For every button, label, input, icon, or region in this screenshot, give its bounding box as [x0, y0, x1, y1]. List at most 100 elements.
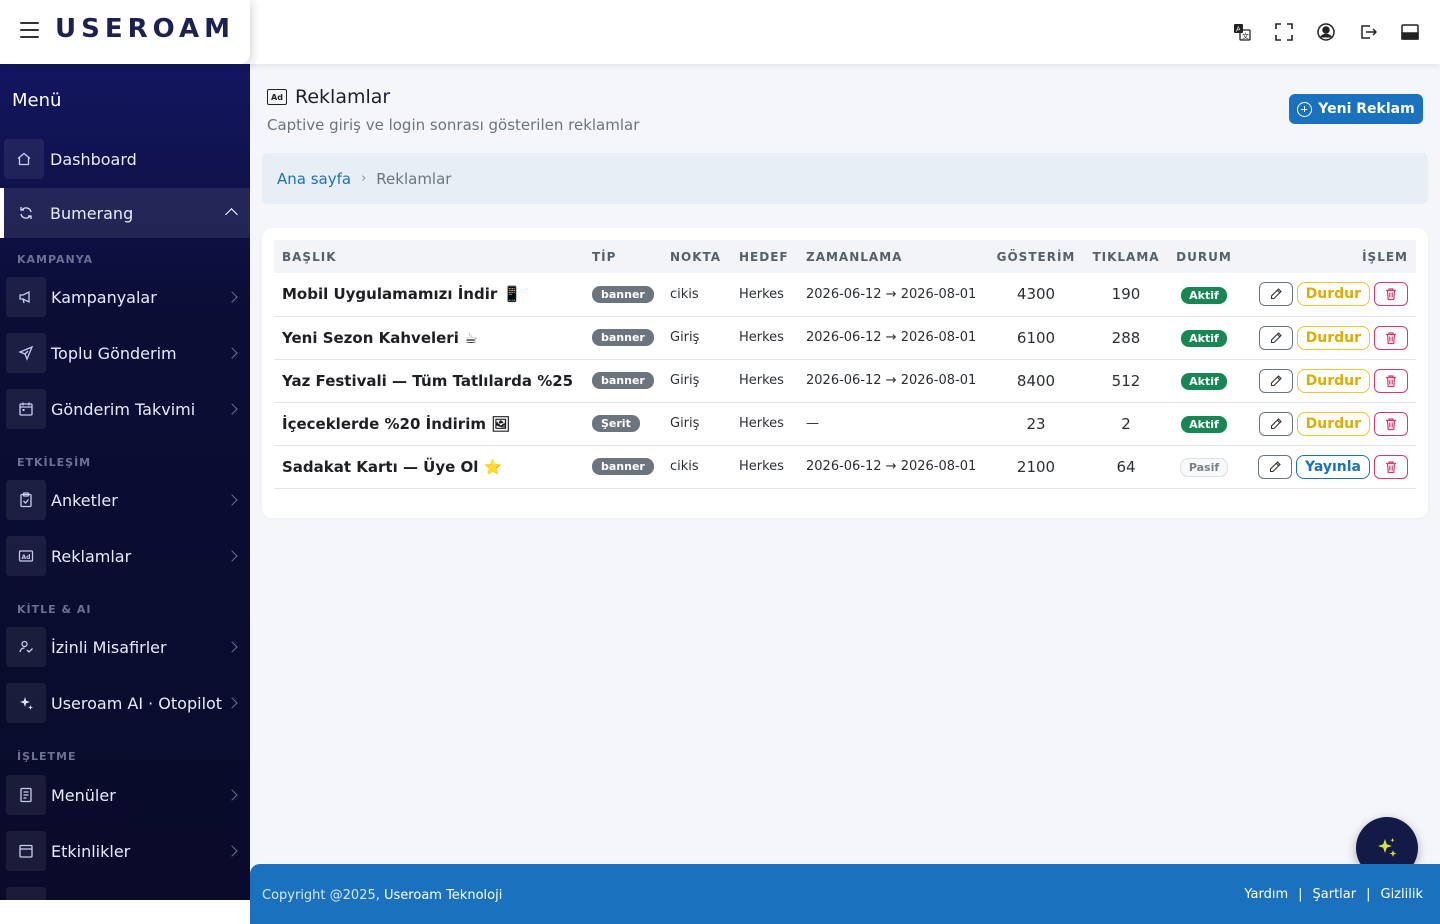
new-ad-button[interactable]: Yeni Reklam: [1289, 94, 1423, 124]
edit-button[interactable]: [1258, 282, 1293, 307]
sidebar-item-anketler[interactable]: Anketler: [0, 475, 250, 525]
user-icon[interactable]: [1316, 22, 1336, 42]
ad-type-cell: banner: [584, 273, 662, 316]
delete-button[interactable]: [1374, 282, 1408, 307]
delete-button[interactable]: [1374, 454, 1408, 479]
sidebar-item-reklamlar[interactable]: Ad Reklamlar: [0, 531, 250, 581]
logout-icon[interactable]: [1358, 22, 1378, 42]
ad-impressions: 6100: [1016, 328, 1056, 347]
col-header-type: TİP: [592, 249, 617, 264]
sidebar-bottom-strip: [0, 900, 250, 924]
sidebar-section-kitle-ai: KİTLE & AI: [17, 603, 92, 616]
chevron-up-icon: [225, 208, 238, 221]
svg-text:Ad: Ad: [22, 554, 31, 561]
col-header-actions: İŞLEM: [1362, 249, 1408, 264]
header-actions: A文: [1232, 22, 1420, 42]
col-header-target: HEDEF: [739, 249, 789, 264]
ad-type-badge: banner: [592, 285, 654, 303]
edit-button[interactable]: [1258, 411, 1293, 436]
delete-button[interactable]: [1374, 411, 1408, 436]
sidebar-item-bumerang[interactable]: Bumerang: [0, 188, 250, 238]
sidebar-item-label: Useroam AI · Otopilot: [51, 693, 223, 713]
ad-type-badge: banner: [592, 329, 654, 346]
sidebar-item-gonderim-takvimi[interactable]: Gönderim Takvimi: [0, 384, 250, 434]
ad-schedule: 2026-06-12 → 2026-08-01: [806, 459, 977, 474]
ads-table-card: BAŞLIK TİP NOKTA HEDEF ZAMANLAMA GÖSTERİ…: [262, 228, 1428, 518]
table-header-row: BAŞLIK TİP NOKTA HEDEF ZAMANLAMA GÖSTERİ…: [274, 240, 1416, 273]
ad-title: İçeceklerde %20 İndirim 🖼: [282, 414, 511, 433]
ad-type-badge: banner: [592, 372, 654, 389]
sidebar-item-kampanyalar[interactable]: Kampanyalar: [0, 272, 250, 322]
edit-button[interactable]: [1258, 368, 1293, 393]
sidebar-item-more[interactable]: [0, 882, 250, 900]
sidebar-title: Menü: [12, 90, 62, 111]
chevron-right-icon: [226, 347, 238, 359]
ad-status-cell: Aktif: [1168, 402, 1240, 445]
pause-button[interactable]: Durdur: [1296, 411, 1370, 436]
page-header: Ad Reklamlar Captive giriş ve login sonr…: [267, 86, 639, 134]
edit-button[interactable]: [1258, 325, 1293, 350]
translate-icon[interactable]: A文: [1232, 22, 1252, 42]
menu-book-icon: [6, 775, 46, 815]
ad-status-cell: Aktif: [1168, 359, 1240, 402]
ad-schedule: —: [806, 416, 819, 431]
col-header-point: NOKTA: [670, 249, 722, 264]
sidebar-item-dashboard[interactable]: Dashboard: [0, 134, 250, 184]
ad-target: Herkes: [739, 373, 784, 388]
table-row: Sadakat Kartı — Üye Ol ⭐ banner cikis Herke…: [274, 445, 1416, 488]
ad-target: Herkes: [739, 459, 784, 474]
company-link[interactable]: Useroam Teknoloji: [384, 888, 502, 903]
sparkles-icon: [6, 683, 46, 723]
ads-table: BAŞLIK TİP NOKTA HEDEF ZAMANLAMA GÖSTERİ…: [274, 240, 1416, 489]
ad-title: Mobil Uygulamamızı İndir 📱: [282, 285, 522, 304]
ad-actions-cell: Durdur: [1240, 402, 1416, 445]
ad-clicks: 288: [1111, 328, 1141, 347]
hamburger-menu-icon[interactable]: [20, 22, 39, 40]
sidebar-section-isletme: İŞLETME: [17, 750, 77, 763]
footer-copyright: Copyright @2025, Useroam Teknoloji: [262, 888, 502, 903]
fullscreen-icon[interactable]: [1274, 22, 1294, 42]
breadcrumb: Ana sayfa › Reklamlar: [262, 153, 1428, 204]
ad-actions-cell: Durdur: [1240, 316, 1416, 359]
ad-actions-cell: Durdur: [1240, 273, 1416, 316]
ad-schedule: 2026-06-12 → 2026-08-01: [806, 330, 977, 345]
pause-button[interactable]: Durdur: [1296, 325, 1370, 350]
page-subtitle: Captive giriş ve login sonrası gösterile…: [267, 116, 640, 134]
pause-button[interactable]: Durdur: [1296, 368, 1370, 393]
sidebar-item-izinli-misafirler[interactable]: İzinli Misafirler: [0, 622, 250, 672]
status-badge: Aktif: [1181, 416, 1227, 433]
more-icon: [6, 887, 46, 900]
pencil-icon: [1269, 417, 1283, 431]
footer-link-help[interactable]: Yardım: [1244, 887, 1288, 902]
page-title: Ad Reklamlar: [267, 86, 639, 108]
pause-button[interactable]: Durdur: [1296, 282, 1370, 307]
ad-clicks: 512: [1111, 371, 1141, 390]
sidebar-item-toplu-gonderim[interactable]: Toplu Gönderim: [0, 328, 250, 378]
ad-type-badge: Şerit: [592, 415, 640, 432]
chevron-right-icon: [226, 550, 238, 562]
ad-clicks: 190: [1111, 285, 1141, 304]
sidebar-item-menuler[interactable]: Menüler: [0, 770, 250, 820]
sidebar-item-label: Etkinlikler: [51, 841, 131, 861]
svg-text:文: 文: [1242, 32, 1249, 41]
trash-icon: [1384, 331, 1398, 345]
footer-link-privacy[interactable]: Gizlilik: [1381, 887, 1424, 902]
brand-logo[interactable]: USEROAM: [55, 14, 235, 44]
ad-title: Yaz Festivali — Tüm Tatlılarda %25: [282, 371, 574, 390]
refresh-icon: [6, 193, 46, 233]
footer-link-terms[interactable]: Şartlar: [1313, 887, 1357, 902]
sidebar-item-etkinlikler[interactable]: Etkinlikler: [0, 826, 250, 876]
delete-button[interactable]: [1374, 325, 1408, 350]
publish-button[interactable]: Yayınla: [1295, 454, 1370, 479]
ad-point: cikis: [670, 286, 699, 302]
sidebar-item-label: Bumerang: [50, 203, 134, 223]
edit-button[interactable]: [1257, 454, 1292, 479]
delete-button[interactable]: [1374, 368, 1408, 393]
table-row: Yeni Sezon Kahveleri ☕ banner Giriş Herkes 2…: [274, 316, 1416, 359]
ad-target: Herkes: [739, 416, 784, 431]
breadcrumb-home-link[interactable]: Ana sayfa: [277, 170, 351, 188]
pencil-icon: [1268, 460, 1282, 474]
panel-icon[interactable]: [1400, 22, 1420, 42]
sidebar-item-useroam-ai[interactable]: Useroam AI · Otopilot: [0, 678, 250, 728]
event-icon: [6, 831, 46, 871]
